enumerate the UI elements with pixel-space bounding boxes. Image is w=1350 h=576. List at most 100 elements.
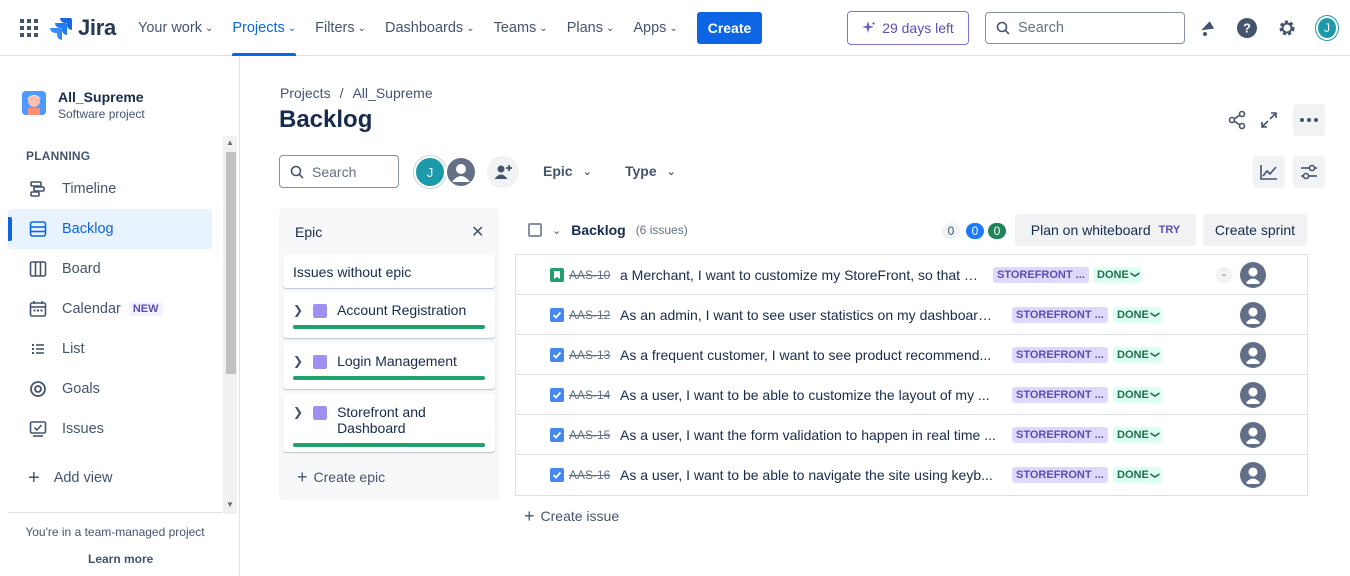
learn-more-link[interactable]: Learn more	[88, 552, 153, 566]
status-dropdown[interactable]: DONE ❯	[1113, 346, 1163, 363]
issue-key[interactable]: AAS-15	[569, 428, 610, 442]
nav-label: Dashboards	[385, 20, 464, 36]
sidebar-item-timeline[interactable]: Timeline	[8, 169, 212, 209]
story-points[interactable]: -	[1216, 266, 1232, 283]
nav-projects[interactable]: Projects ⌄	[232, 0, 305, 56]
status-dropdown[interactable]: DONE ❯	[1093, 266, 1143, 283]
assignee-avatar[interactable]	[1240, 301, 1266, 328]
nav-apps[interactable]: Apps ⌄	[633, 0, 686, 56]
chevron-down-icon[interactable]: ⌄	[552, 224, 561, 237]
epic-label[interactable]: STOREFRONT ...	[993, 266, 1089, 283]
epic-label[interactable]: STOREFRONT ...	[1012, 306, 1108, 323]
avatar-initial: J	[1316, 16, 1338, 40]
type-filter-dropdown[interactable]: Type ⌄	[625, 163, 676, 179]
issue-key[interactable]: AAS-16	[569, 468, 610, 482]
backlog-search-input[interactable]: Search	[279, 155, 399, 188]
create-epic-button[interactable]: + Create epic	[297, 468, 385, 486]
project-header[interactable]: All_Supreme Software project	[22, 89, 145, 121]
sidebar-item-board[interactable]: Board	[8, 249, 212, 289]
assignee-avatar[interactable]	[1240, 421, 1266, 448]
breadcrumb-projects[interactable]: Projects	[280, 85, 331, 101]
status-dropdown[interactable]: DONE ❯	[1113, 467, 1163, 483]
sidebar-item-list[interactable]: List	[8, 329, 212, 369]
epic-label[interactable]: STOREFRONT ...	[1012, 386, 1108, 403]
breadcrumb-project[interactable]: All_Supreme	[352, 85, 432, 101]
nav-dashboards[interactable]: Dashboards ⌄	[385, 0, 484, 56]
epic-label[interactable]: STOREFRONT ...	[1012, 467, 1108, 483]
help-icon[interactable]: ?	[1236, 17, 1258, 39]
backlog-select-checkbox[interactable]	[528, 223, 542, 237]
scroll-up-arrow-icon[interactable]: ▲	[226, 138, 234, 147]
insights-chart-icon[interactable]	[1253, 156, 1285, 188]
issue-key[interactable]: AAS-13	[569, 348, 610, 362]
issue-row[interactable]: AAS-13 As a frequent customer, I want to …	[516, 335, 1307, 375]
epic-item[interactable]: ❯ Storefront and Dashboard	[283, 394, 495, 452]
assignee-avatar[interactable]	[1240, 381, 1266, 408]
jira-logo[interactable]: Jira	[50, 15, 116, 41]
chevron-down-icon: ⌄	[582, 165, 592, 178]
epic-filter-dropdown[interactable]: Epic ⌄	[543, 163, 592, 179]
add-people-icon[interactable]	[487, 156, 519, 188]
nav-your-work[interactable]: Your work ⌄	[138, 0, 222, 56]
issue-summary[interactable]: As a frequent customer, I want to see pr…	[620, 347, 996, 363]
epic-item[interactable]: ❯ Account Registration	[283, 292, 495, 338]
sidebar-item-goals[interactable]: Goals	[8, 369, 212, 409]
sidebar-scroll-thumb[interactable]	[226, 152, 236, 374]
avatar-filter-unassigned[interactable]	[445, 156, 477, 188]
nav-filters[interactable]: Filters ⌄	[315, 0, 375, 56]
filter-label: Epic	[543, 163, 573, 179]
nav-teams[interactable]: Teams ⌄	[494, 0, 557, 56]
status-dropdown[interactable]: DONE ❯	[1113, 386, 1163, 403]
create-sprint-button[interactable]: Create sprint	[1203, 214, 1307, 246]
sidebar-item-backlog[interactable]: Backlog	[8, 209, 212, 249]
fullscreen-icon[interactable]	[1253, 104, 1285, 136]
create-issue-button[interactable]: + Create issue	[524, 507, 619, 525]
assignee-avatar[interactable]	[1240, 261, 1266, 288]
chevron-right-icon[interactable]: ❯	[293, 405, 303, 419]
create-button[interactable]: Create	[697, 12, 762, 44]
issue-summary[interactable]: As an admin, I want to see user statisti…	[620, 307, 996, 323]
share-icon[interactable]	[1221, 104, 1253, 136]
assignee-avatar[interactable]	[1240, 341, 1266, 368]
issues-without-epic[interactable]: Issues without epic	[283, 254, 495, 288]
issue-summary[interactable]: a Merchant, I want to customize my Store…	[620, 267, 978, 283]
person-icon	[452, 164, 470, 182]
epic-label[interactable]: STOREFRONT ...	[1012, 426, 1108, 443]
epic-item[interactable]: ❯ Login Management	[283, 343, 495, 389]
issue-row[interactable]: AAS-12 As an admin, I want to see user st…	[516, 295, 1307, 335]
issue-row[interactable]: AAS-15 As a user, I want the form validat…	[516, 415, 1307, 455]
sidebar-item-issues[interactable]: Issues	[8, 409, 212, 449]
more-actions-icon[interactable]	[1293, 104, 1325, 136]
plan-on-whiteboard-button[interactable]: Plan on whiteboard TRY	[1015, 214, 1196, 246]
nav-plans[interactable]: Plans ⌄	[567, 0, 624, 56]
app-switcher-icon[interactable]	[20, 19, 38, 37]
status-dropdown[interactable]: DONE ❯	[1113, 426, 1163, 443]
issue-key[interactable]: AAS-10	[569, 268, 610, 282]
avatar-filter-j[interactable]: J	[414, 156, 446, 188]
trial-button[interactable]: 29 days left	[847, 11, 969, 45]
scroll-down-arrow-icon[interactable]: ▼	[226, 500, 234, 509]
settings-gear-icon[interactable]	[1276, 17, 1298, 39]
chevron-right-icon[interactable]: ❯	[293, 354, 303, 368]
issue-row[interactable]: AAS-14 As a user, I want to be able to cu…	[516, 375, 1307, 415]
search-icon	[996, 21, 1010, 35]
nav-label: Apps	[633, 20, 667, 36]
issue-summary[interactable]: As a user, I want the form validation to…	[620, 427, 996, 443]
sidebar-item-calendar[interactable]: Calendar NEW	[8, 289, 212, 329]
epic-label[interactable]: STOREFRONT ...	[1012, 346, 1108, 363]
add-view-button[interactable]: + Add view	[28, 468, 113, 488]
status-dropdown[interactable]: DONE ❯	[1113, 306, 1163, 323]
issue-summary[interactable]: As a user, I want to be able to customiz…	[620, 387, 996, 403]
issue-key[interactable]: AAS-14	[569, 388, 610, 402]
assignee-avatar[interactable]	[1240, 462, 1266, 488]
close-icon[interactable]: ✕	[471, 222, 484, 242]
chevron-right-icon[interactable]: ❯	[293, 303, 303, 317]
issue-row[interactable]: AAS-16 As a user, I want to be able to na…	[516, 455, 1307, 495]
issue-row[interactable]: AAS-10 a Merchant, I want to customize my…	[516, 255, 1307, 295]
global-search-input[interactable]: Search	[985, 12, 1185, 44]
view-settings-icon[interactable]	[1293, 156, 1325, 188]
issue-key[interactable]: AAS-12	[569, 308, 610, 322]
notifications-icon[interactable]	[1197, 17, 1219, 39]
issue-summary[interactable]: As a user, I want to be able to navigate…	[620, 467, 996, 483]
profile-avatar[interactable]: J	[1316, 16, 1338, 40]
